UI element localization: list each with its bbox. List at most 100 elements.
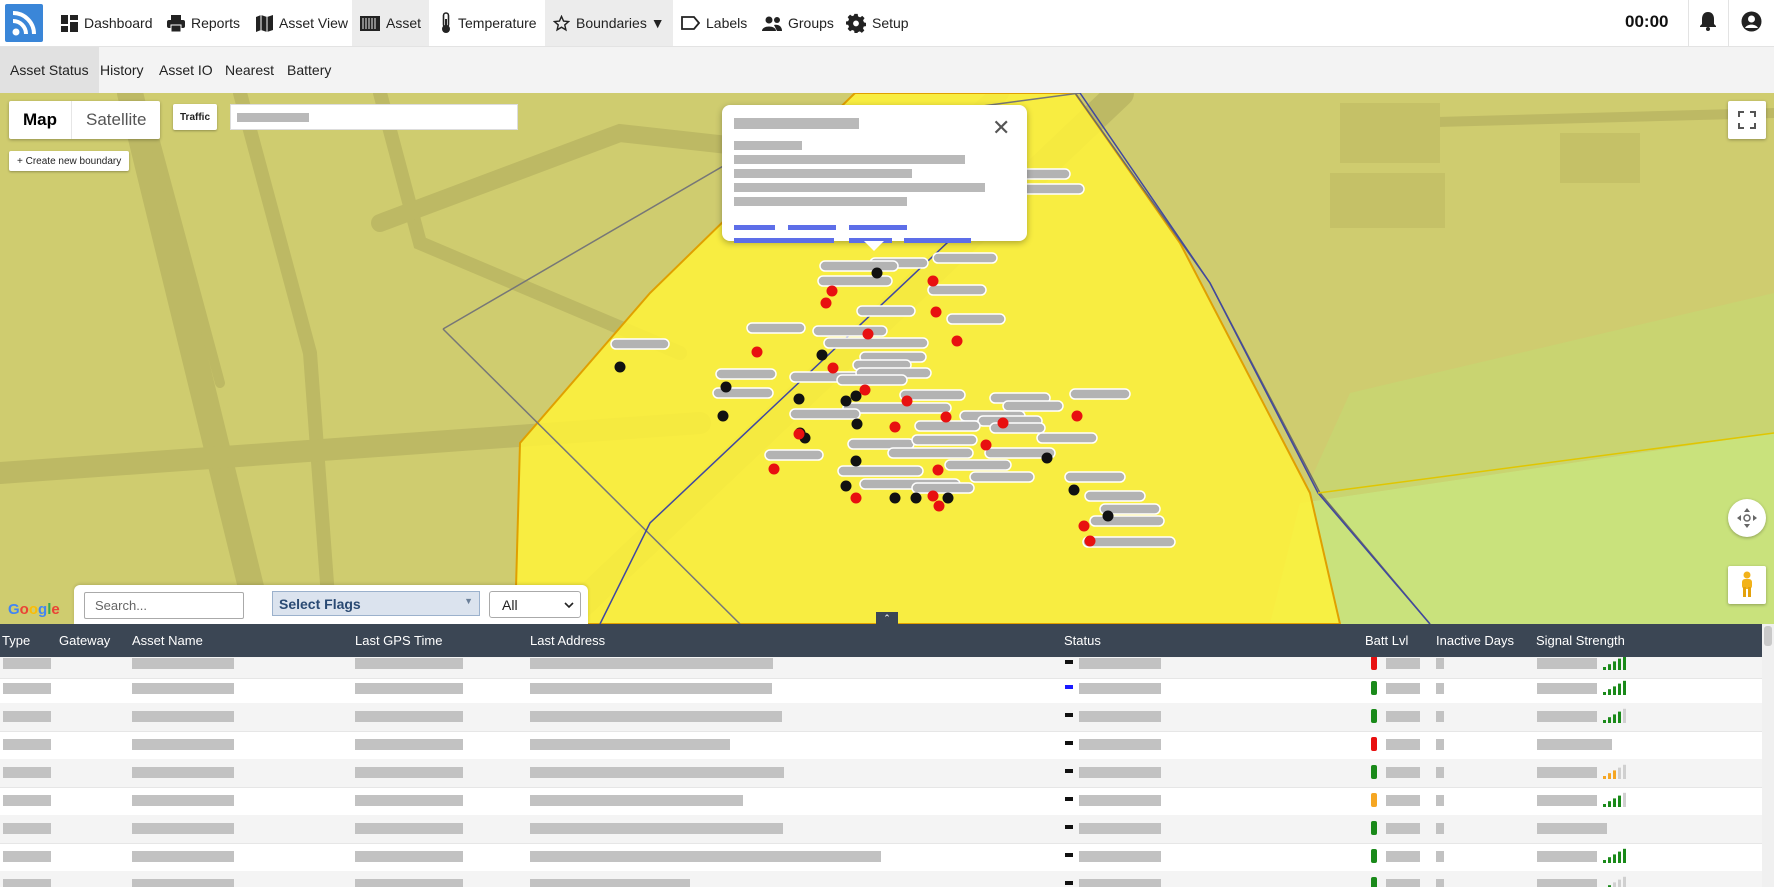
tab-nearest[interactable]: Nearest — [225, 47, 274, 93]
table-row[interactable] — [0, 871, 1762, 887]
redacted-cell — [132, 683, 234, 694]
nav-boundaries[interactable]: Boundaries ▼ — [545, 0, 673, 46]
column-header-status[interactable]: Status — [1064, 633, 1101, 648]
column-header-gateway[interactable]: Gateway — [59, 633, 110, 648]
all-filter-select[interactable]: All — [489, 591, 581, 618]
info-link[interactable] — [788, 225, 836, 230]
info-link[interactable] — [734, 238, 834, 243]
nav-labels[interactable]: Labels — [681, 0, 747, 46]
tab-history[interactable]: History — [100, 47, 144, 93]
info-link[interactable] — [734, 225, 775, 230]
redacted-cell — [1537, 683, 1597, 694]
redacted-cell — [355, 658, 463, 669]
column-header-type[interactable]: Type — [2, 633, 30, 648]
chevron-down-icon — [564, 602, 574, 609]
asset-table-body — [0, 657, 1762, 887]
select-flags-dropdown[interactable]: Select Flags ▼ — [272, 591, 480, 616]
column-header-inactive-days[interactable]: Inactive Days — [1436, 633, 1514, 648]
nav-asset-label: Asset — [386, 15, 422, 31]
container-icon — [360, 15, 380, 31]
redacted-cell — [3, 711, 51, 722]
nav-reports[interactable]: Reports — [167, 0, 240, 46]
redacted-cell — [1079, 851, 1161, 862]
redacted-cell — [530, 683, 772, 694]
asset-table-header: Type Gateway Asset Name Last GPS Time La… — [0, 624, 1762, 657]
map-view[interactable]: Map Satellite Traffic + Create new bound… — [0, 93, 1774, 624]
redacted-cell — [530, 795, 743, 806]
create-boundary-button[interactable]: + Create new boundary — [9, 151, 130, 171]
redacted-cell — [355, 767, 463, 778]
info-link[interactable] — [904, 238, 971, 243]
redacted-cell — [1386, 739, 1420, 750]
map-search-input[interactable] — [230, 104, 518, 130]
redacted-cell — [3, 767, 51, 778]
table-row[interactable] — [0, 843, 1762, 872]
street-view-pegman-icon[interactable] — [1728, 566, 1766, 604]
redacted-text — [734, 118, 859, 129]
redacted-cell — [1386, 795, 1420, 806]
redacted-text — [237, 113, 309, 122]
status-indicator — [1065, 769, 1073, 773]
map-type-map-button[interactable]: Map — [9, 101, 72, 139]
column-header-last-gps-time[interactable]: Last GPS Time — [355, 633, 442, 648]
battery-level-indicator — [1371, 765, 1377, 779]
app-logo-icon[interactable] — [5, 4, 43, 42]
close-icon[interactable]: ✕ — [992, 115, 1010, 141]
nav-dashboard[interactable]: Dashboard — [61, 0, 153, 46]
table-row[interactable] — [0, 815, 1762, 844]
redacted-cell — [1079, 711, 1161, 722]
nav-asset[interactable]: Asset — [352, 0, 430, 46]
tab-asset-io[interactable]: Asset IO — [159, 47, 213, 93]
collapse-panel-button[interactable]: ⌃ — [876, 612, 898, 624]
table-row[interactable] — [0, 731, 1762, 760]
nav-temperature[interactable]: Temperature — [440, 0, 537, 46]
table-scrollbar[interactable] — [1762, 624, 1774, 887]
dashboard-icon — [61, 14, 78, 32]
account-icon[interactable] — [1741, 11, 1762, 37]
sub-navbar: Asset Status History Asset IO Nearest Ba… — [0, 47, 1774, 94]
tab-asset-status[interactable]: Asset Status — [0, 47, 99, 93]
column-header-batt-lvl[interactable]: Batt Lvl — [1365, 633, 1408, 648]
redacted-text — [734, 141, 802, 150]
bell-icon[interactable] — [1699, 11, 1717, 36]
divider — [1728, 0, 1729, 46]
signal-strength-icon — [1603, 657, 1626, 670]
gear-icon — [846, 13, 866, 33]
nav-asset-view[interactable]: Asset View — [256, 0, 348, 46]
table-row[interactable] — [0, 703, 1762, 732]
redacted-cell — [1386, 658, 1420, 669]
info-link[interactable] — [849, 238, 892, 243]
redacted-cell — [1079, 823, 1161, 834]
status-indicator — [1065, 660, 1073, 664]
redacted-cell — [3, 823, 51, 834]
redacted-cell — [1537, 851, 1597, 862]
column-header-last-address[interactable]: Last Address — [530, 633, 605, 648]
top-navbar: Dashboard Reports Asset View Asset Tempe… — [0, 0, 1774, 47]
tab-battery[interactable]: Battery — [287, 47, 331, 93]
table-search-input[interactable]: Search... — [84, 592, 244, 619]
map-type-satellite-button[interactable]: Satellite — [72, 101, 160, 139]
scrollbar-thumb[interactable] — [1764, 626, 1772, 646]
column-header-signal-strength[interactable]: Signal Strength — [1536, 633, 1625, 648]
nav-dashboard-label: Dashboard — [84, 15, 153, 31]
table-row[interactable] — [0, 675, 1762, 704]
nav-groups[interactable]: Groups — [762, 0, 834, 46]
table-row[interactable] — [0, 759, 1762, 788]
nav-setup[interactable]: Setup — [846, 0, 909, 46]
redacted-cell — [355, 823, 463, 834]
redacted-cell — [132, 658, 234, 669]
table-row[interactable] — [0, 787, 1762, 816]
column-header-asset-name[interactable]: Asset Name — [132, 633, 203, 648]
redacted-cell — [1537, 795, 1597, 806]
fullscreen-icon[interactable] — [1728, 101, 1766, 139]
redacted-cell — [530, 767, 784, 778]
battery-level-indicator — [1371, 681, 1377, 695]
redacted-cell — [1537, 658, 1597, 669]
select-flags-label: Select Flags — [279, 595, 361, 612]
traffic-button[interactable]: Traffic — [173, 104, 218, 130]
groups-icon — [762, 16, 782, 31]
pan-control-icon[interactable] — [1728, 499, 1766, 537]
table-filter-bar: Search... Select Flags ▼ All — [74, 585, 588, 624]
redacted-cell — [355, 739, 463, 750]
info-link[interactable] — [849, 225, 907, 230]
